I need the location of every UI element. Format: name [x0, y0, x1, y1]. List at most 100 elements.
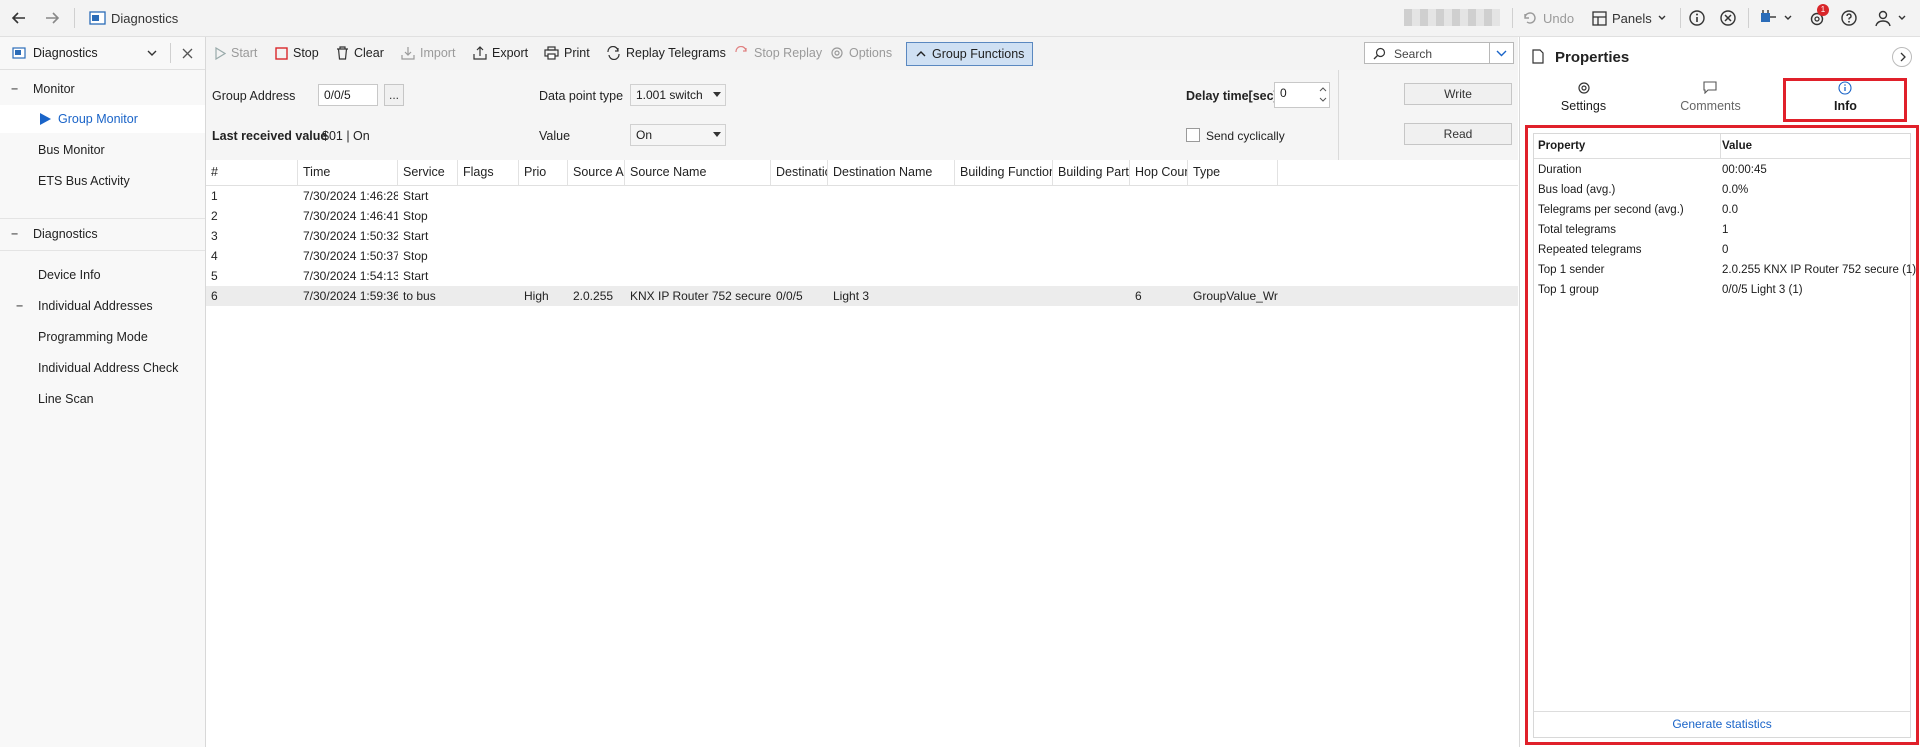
close-icon[interactable]: [182, 48, 193, 59]
stop-replay-button[interactable]: Stop Replay: [734, 42, 822, 64]
info-value: 0.0: [1722, 204, 1738, 216]
nav-item-individual-address-check[interactable]: Individual Address Check: [0, 354, 205, 382]
table-row[interactable]: 5 7/30/2024 1:54:13.... Start: [206, 266, 1518, 286]
replay-telegrams-button[interactable]: Replay Telegrams: [606, 42, 726, 64]
nav-group-diagnostics[interactable]: − Diagnostics: [0, 220, 205, 248]
user-menu-button[interactable]: [1874, 6, 1907, 30]
group-functions-button[interactable]: Group Functions: [906, 42, 1034, 66]
table-row[interactable]: 1 7/30/2024 1:46:28.... Start: [206, 186, 1518, 206]
print-button[interactable]: Print: [544, 42, 590, 64]
table-cell: 6: [1135, 289, 1142, 303]
spin-up-icon[interactable]: [1319, 86, 1327, 92]
delay-time-input[interactable]: 0: [1274, 82, 1330, 108]
chevron-down-icon: [1496, 50, 1507, 57]
plug-icon: [1761, 10, 1776, 22]
undo-button[interactable]: Undo: [1522, 6, 1574, 30]
table-cell: [1053, 266, 1130, 286]
column-header[interactable]: Destination Name: [828, 160, 955, 185]
nav-item-individual-addresses[interactable]: − Individual Addresses: [0, 292, 205, 320]
dropdown-arrow-icon: [713, 92, 721, 97]
table-cell: Light 3: [833, 289, 870, 303]
usb-interface-button[interactable]: [1758, 6, 1793, 30]
column-header[interactable]: Source Addr: [568, 160, 625, 185]
options-button[interactable]: Options: [830, 42, 892, 64]
chevron-down-icon[interactable]: [146, 48, 158, 58]
value-label: Value: [539, 129, 571, 143]
group-address-label: Group Address: [212, 89, 296, 103]
table-row[interactable]: 4 7/30/2024 1:50:37.... Stop: [206, 246, 1518, 266]
last-received-value: $01 | On: [322, 129, 370, 143]
info-icon[interactable]: [1688, 6, 1706, 30]
table-cell: [519, 246, 568, 266]
tab-comments[interactable]: Comments: [1647, 77, 1774, 123]
start-button[interactable]: Start: [214, 42, 257, 64]
panels-icon: [1592, 10, 1607, 26]
spin-down-icon[interactable]: [1319, 97, 1327, 103]
dpt-select[interactable]: 1.001 switch: [630, 84, 726, 106]
tab-settings[interactable]: Settings: [1520, 77, 1647, 123]
panels-button[interactable]: Panels: [1592, 6, 1667, 30]
info-table-header: Property Value: [1538, 140, 1753, 152]
column-header[interactable]: Source Name: [625, 160, 771, 185]
value-select[interactable]: On: [630, 124, 726, 146]
nav-item-programming-mode[interactable]: Programming Mode: [0, 323, 205, 351]
import-button[interactable]: Import: [401, 42, 455, 64]
nav-item-bus-monitor[interactable]: Bus Monitor: [0, 136, 205, 164]
info-row: Top 1 sender 2.0.255 KNX IP Router 752 se…: [1534, 260, 1916, 280]
info-table: Property Value Duration 00:00:45 Bus load …: [1533, 133, 1916, 738]
nav-item-line-scan[interactable]: Line Scan: [0, 385, 205, 413]
write-button[interactable]: Write: [1404, 83, 1512, 105]
column-header[interactable]: Building Function: [955, 160, 1053, 185]
table-cell: [568, 206, 625, 226]
search-box[interactable]: Search: [1364, 42, 1490, 64]
table-cell: [519, 226, 568, 246]
notifications-button[interactable]: 1: [1808, 4, 1829, 30]
column-header[interactable]: Hop Count: [1130, 160, 1188, 185]
table-cell: [1188, 226, 1278, 246]
collapse-minus-icon: −: [16, 299, 24, 313]
generate-statistics-button[interactable]: Generate statistics: [1534, 711, 1910, 737]
nav-item-device-info[interactable]: Device Info: [0, 261, 205, 289]
column-header[interactable]: Building Part: [1053, 160, 1130, 185]
send-cyclically-checkbox[interactable]: [1186, 128, 1200, 142]
stop-icon: [275, 46, 288, 60]
clear-button[interactable]: Clear: [336, 42, 384, 64]
nav-item-ets-bus-activity[interactable]: ETS Bus Activity: [0, 167, 205, 195]
document-icon: [1532, 49, 1544, 64]
nav-item-group-monitor[interactable]: Group Monitor: [0, 105, 205, 133]
table-cell: [1188, 206, 1278, 226]
column-header[interactable]: Destination: [771, 160, 828, 185]
table-row[interactable]: 2 7/30/2024 1:46:41.... Stop: [206, 206, 1518, 226]
close-circle-icon[interactable]: [1719, 6, 1737, 30]
collapse-pane-button[interactable]: [1892, 47, 1912, 67]
column-header[interactable]: Prio: [519, 160, 568, 185]
back-arrow-icon[interactable]: [10, 6, 28, 30]
column-header[interactable]: Service: [398, 160, 458, 185]
browse-group-address-button[interactable]: ...: [384, 84, 404, 106]
export-button[interactable]: Export: [473, 42, 528, 64]
replay-icon: [607, 46, 620, 60]
info-tab-highlight: [1783, 78, 1907, 122]
info-property: Top 1 group: [1538, 284, 1599, 296]
column-header[interactable]: Type: [1188, 160, 1278, 185]
nav-group-monitor[interactable]: − Monitor: [0, 75, 205, 103]
table-cell: [1130, 186, 1188, 206]
help-icon[interactable]: [1840, 6, 1858, 30]
table-row[interactable]: 6 7/30/2024 1:59:36.... to bus High 2.0.255 K…: [206, 286, 1518, 306]
table-cell: [1053, 246, 1130, 266]
column-header[interactable]: Flags: [458, 160, 519, 185]
group-address-input[interactable]: 0/0/5: [318, 84, 378, 106]
column-header[interactable]: Time: [298, 160, 398, 185]
table-cell: [955, 286, 1053, 306]
read-button[interactable]: Read: [1404, 123, 1512, 145]
play-triangle-icon: [40, 113, 51, 125]
forward-arrow-icon[interactable]: [43, 6, 61, 30]
table-cell: 0/0/5: [776, 289, 803, 303]
stop-button[interactable]: Stop: [275, 42, 319, 64]
column-header[interactable]: #: [206, 160, 298, 185]
table-cell: [828, 226, 955, 246]
table-row[interactable]: 3 7/30/2024 1:50:32.... Start: [206, 226, 1518, 246]
search-dropdown-button[interactable]: [1490, 42, 1514, 64]
user-account-blurred: [1404, 9, 1500, 26]
dpt-label: Data point type: [539, 89, 624, 103]
